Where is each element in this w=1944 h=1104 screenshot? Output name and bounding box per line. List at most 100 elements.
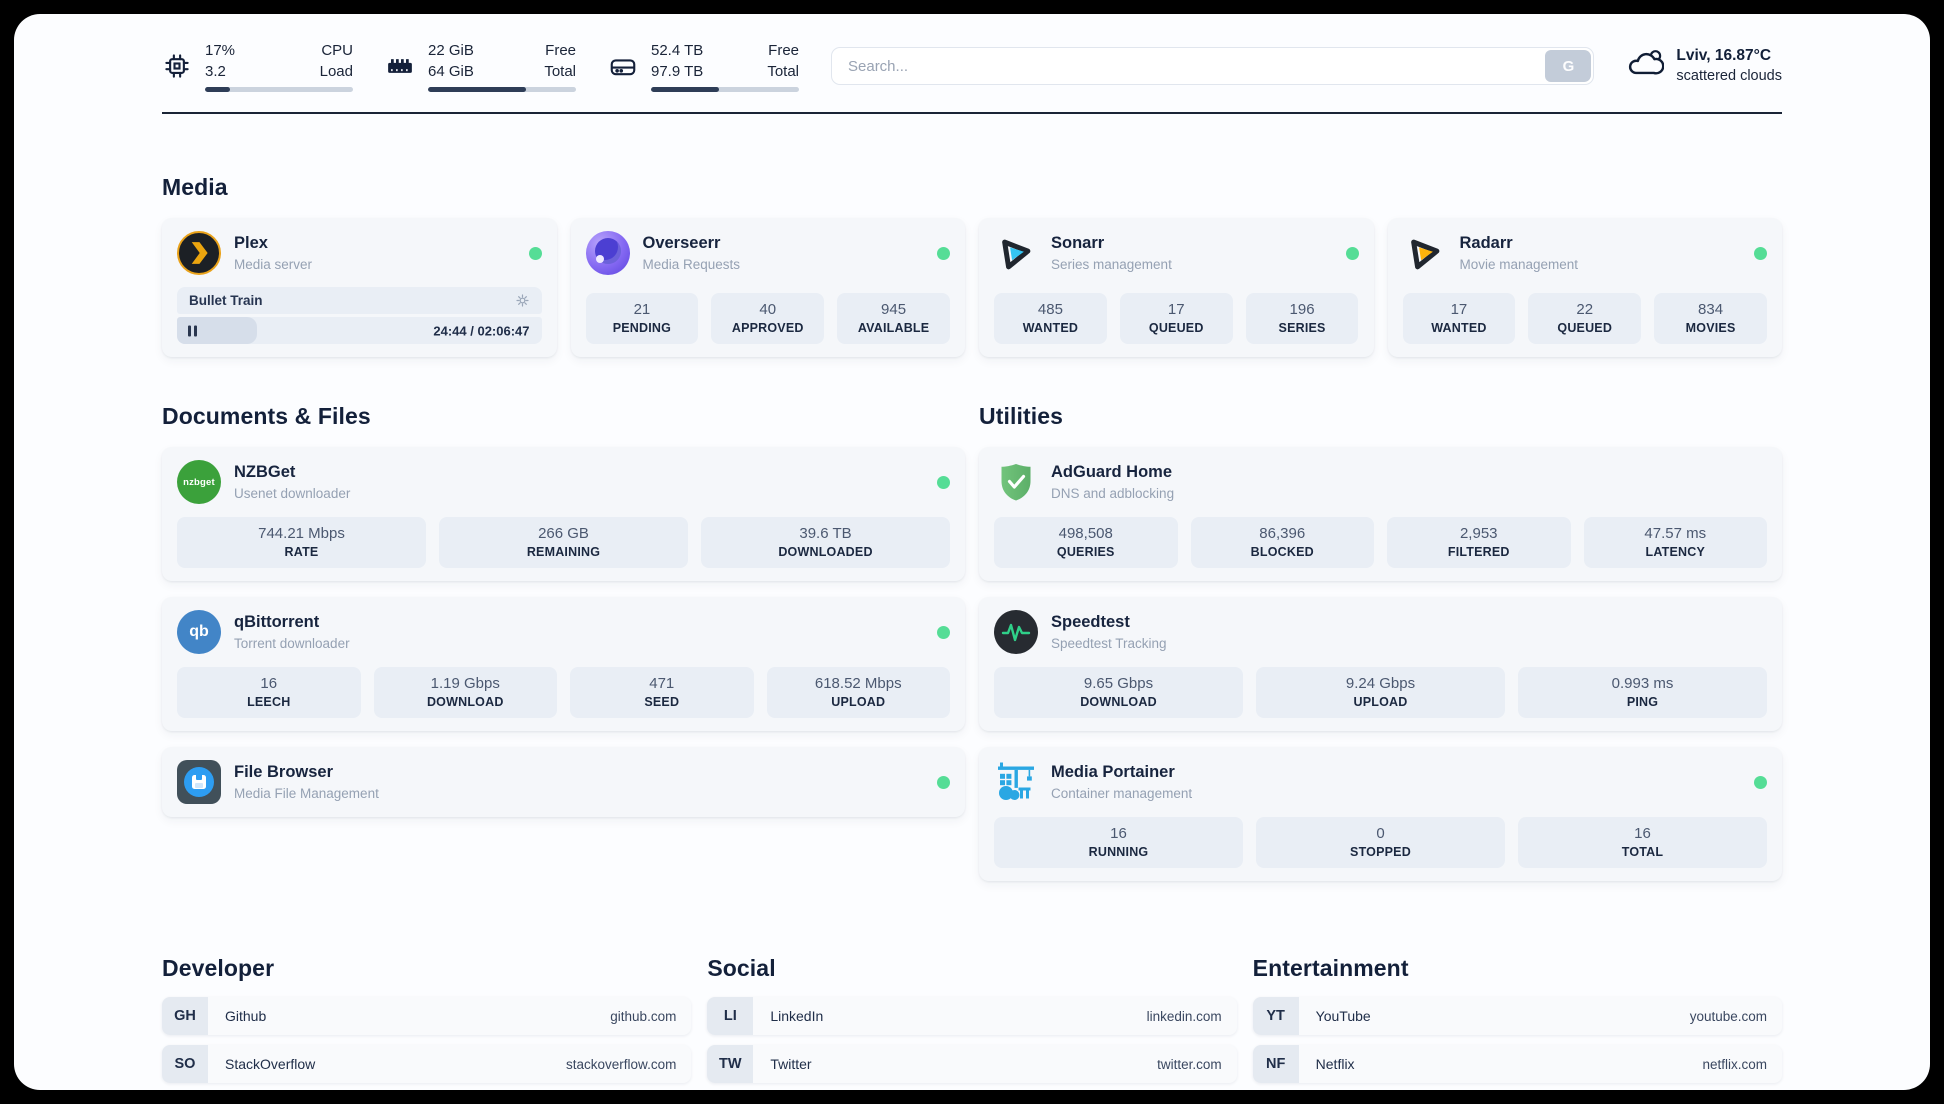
stat-queued: 17 QUEUED (1119, 293, 1233, 344)
stat-series: 196 SERIES (1245, 293, 1359, 344)
memory-icon (385, 51, 415, 81)
status-dot (1754, 775, 1767, 789)
section-title-documents: Documents & Files (162, 403, 371, 429)
app-title: File Browser (234, 763, 334, 782)
search-input[interactable] (831, 47, 1595, 85)
plex-icon (177, 231, 221, 275)
stat-download: 1.19 Gbps DOWNLOAD (373, 667, 557, 718)
weather-location-temp: Lviv, 16.87°C (1676, 46, 1772, 64)
filebrowser-icon (177, 760, 221, 804)
stat-remaining: 266 GB REMAINING (439, 517, 688, 568)
bookmark-stackoverflow[interactable]: SO StackOverflow stackoverflow.com (162, 1045, 692, 1083)
section-entertainment: Entertainment YT YouTube youtube.com NF … (1252, 955, 1782, 1090)
bookmark-url: netflix.com (1702, 1056, 1767, 1072)
app-title: Plex (234, 234, 268, 253)
bookmark-badge: GH (162, 997, 208, 1035)
bookmark-label: YouTube (1315, 1008, 1371, 1024)
app-title: NZBGet (234, 463, 296, 482)
search-engine-button[interactable]: G (1545, 50, 1592, 82)
player-settings-gear-icon[interactable] (515, 293, 530, 308)
bookmark-badge: SO (162, 1045, 208, 1083)
app-subtitle: Media server (234, 256, 313, 272)
section-title-social: Social (707, 955, 776, 981)
bookmark-label: Netflix (1315, 1056, 1355, 1072)
app-subtitle: Speedtest Tracking (1051, 635, 1167, 651)
qbittorrent-card[interactable]: qb qBittorrent Torrent downloader 16 LEE… (162, 597, 965, 731)
stat-wanted: 485 WANTED (994, 293, 1107, 344)
cpu-progress-bar (205, 87, 353, 92)
stat-upload: 9.24 Gbps UPLOAD (1256, 667, 1505, 718)
adguard-icon (994, 460, 1038, 504)
overseerr-card[interactable]: Overseerr Media Requests 21 PENDING 40 A… (570, 218, 965, 357)
plex-card[interactable]: Plex Media server Bullet Train 24:44 / 0… (162, 218, 557, 357)
app-subtitle: Container management (1051, 785, 1193, 801)
dashboard-content: 17% 3.2 CPU Load 22 GiB 64 GiB Free Tota… (14, 40, 1930, 1090)
bookmark-youtube[interactable]: YT YouTube youtube.com (1252, 997, 1782, 1035)
qbittorrent-icon-text: qb (189, 623, 209, 640)
weather-widget: Lviv, 16.87°C scattered clouds (1626, 46, 1782, 86)
speedtest-card[interactable]: Speedtest Speedtest Tracking 9.65 Gbps D… (979, 597, 1782, 731)
media-grid: Plex Media server Bullet Train 24:44 / 0… (162, 218, 1782, 357)
stat-approved: 40 APPROVED (711, 293, 825, 344)
stat-seed: 471 SEED (570, 667, 754, 718)
weather-condition: scattered clouds (1676, 67, 1782, 84)
bookmark-url: linkedin.com (1146, 1008, 1222, 1024)
disk-widget: 52.4 TB 97.9 TB Free Total (608, 40, 799, 92)
cpu-values: 17% 3.2 (205, 42, 236, 80)
radarr-card[interactable]: Radarr Movie management 17 WANTED 22 QUE… (1387, 218, 1782, 357)
bookmark-netflix[interactable]: NF Netflix netflix.com (1252, 1045, 1782, 1083)
app-title: Overseerr (642, 234, 721, 253)
disk-labels: Free Total (767, 42, 799, 80)
cpu-widget-text: 17% 3.2 CPU Load (205, 40, 353, 92)
disk-progress-bar (651, 87, 799, 92)
stat-filtered: 2,953 FILTERED (1387, 517, 1571, 568)
dashboard-page: 17% 3.2 CPU Load 22 GiB 64 GiB Free Tota… (14, 14, 1930, 1090)
memory-widget: 22 GiB 64 GiB Free Total (385, 40, 576, 92)
bookmark-github[interactable]: GH Github github.com (162, 997, 692, 1035)
adguard-card[interactable]: AdGuard Home DNS and adblocking 498,508 … (979, 447, 1782, 581)
status-dot (528, 246, 542, 260)
stat-stopped: 0 STOPPED (1256, 817, 1505, 868)
sonarr-icon (994, 231, 1038, 275)
portainer-card[interactable]: Media Portainer Container management 16 … (979, 747, 1782, 881)
bookmark-url: twitter.com (1157, 1056, 1222, 1072)
bookmark-url: github.com (610, 1008, 677, 1024)
bookmark-label: Twitter (770, 1056, 812, 1072)
stat-downloaded: 39.6 TB DOWNLOADED (701, 517, 950, 568)
stat-leech: 16 LEECH (177, 667, 361, 718)
app-title: qBittorrent (234, 613, 320, 632)
app-title: Speedtest (1051, 613, 1130, 632)
memory-widget-text: 22 GiB 64 GiB Free Total (428, 40, 576, 92)
stat-movies: 834 MOVIES (1654, 293, 1767, 344)
playback-progress-bar: 24:44 / 02:06:47 (177, 317, 542, 344)
bookmark-label: Github (225, 1008, 267, 1024)
disk-progress-fill (651, 87, 720, 92)
app-subtitle: Media Requests (642, 256, 741, 272)
disk-widget-text: 52.4 TB 97.9 TB Free Total (651, 40, 799, 92)
bookmark-badge: NF (1252, 1045, 1299, 1083)
memory-values: 22 GiB 64 GiB (428, 42, 474, 80)
stat-queued: 22 QUEUED (1528, 293, 1642, 344)
bookmark-url: youtube.com (1689, 1008, 1767, 1024)
pause-icon[interactable] (188, 325, 197, 336)
stat-total: 16 TOTAL (1518, 817, 1767, 868)
weather-text: Lviv, 16.87°C scattered clouds (1676, 46, 1782, 86)
stat-download: 9.65 Gbps DOWNLOAD (994, 667, 1243, 718)
cpu-progress-fill (205, 87, 231, 92)
sonarr-card[interactable]: Sonarr Series management 485 WANTED 17 Q… (979, 218, 1374, 357)
filebrowser-card[interactable]: File Browser Media File Management (162, 747, 965, 817)
app-subtitle: Media File Management (234, 785, 379, 801)
top-bar: 17% 3.2 CPU Load 22 GiB 64 GiB Free Tota… (162, 40, 1782, 92)
bookmark-linkedin[interactable]: LI LinkedIn linkedin.com (707, 997, 1237, 1035)
memory-labels: Free Total (544, 42, 576, 80)
stat-rate: 744.21 Mbps RATE (177, 517, 426, 568)
stat-latency: 47.57 ms LATENCY (1583, 517, 1767, 568)
bookmark-badge: LI (707, 997, 754, 1035)
speedtest-icon (994, 610, 1038, 654)
bookmark-twitter[interactable]: TW Twitter twitter.com (707, 1045, 1237, 1083)
nzbget-card[interactable]: nzbget NZBGet Usenet downloader 744.21 M… (162, 447, 965, 581)
cpu-icon (162, 51, 192, 81)
bookmark-label: StackOverflow (225, 1056, 316, 1072)
cpu-labels: CPU Load (319, 42, 353, 80)
bookmark-badge: TW (707, 1045, 754, 1083)
